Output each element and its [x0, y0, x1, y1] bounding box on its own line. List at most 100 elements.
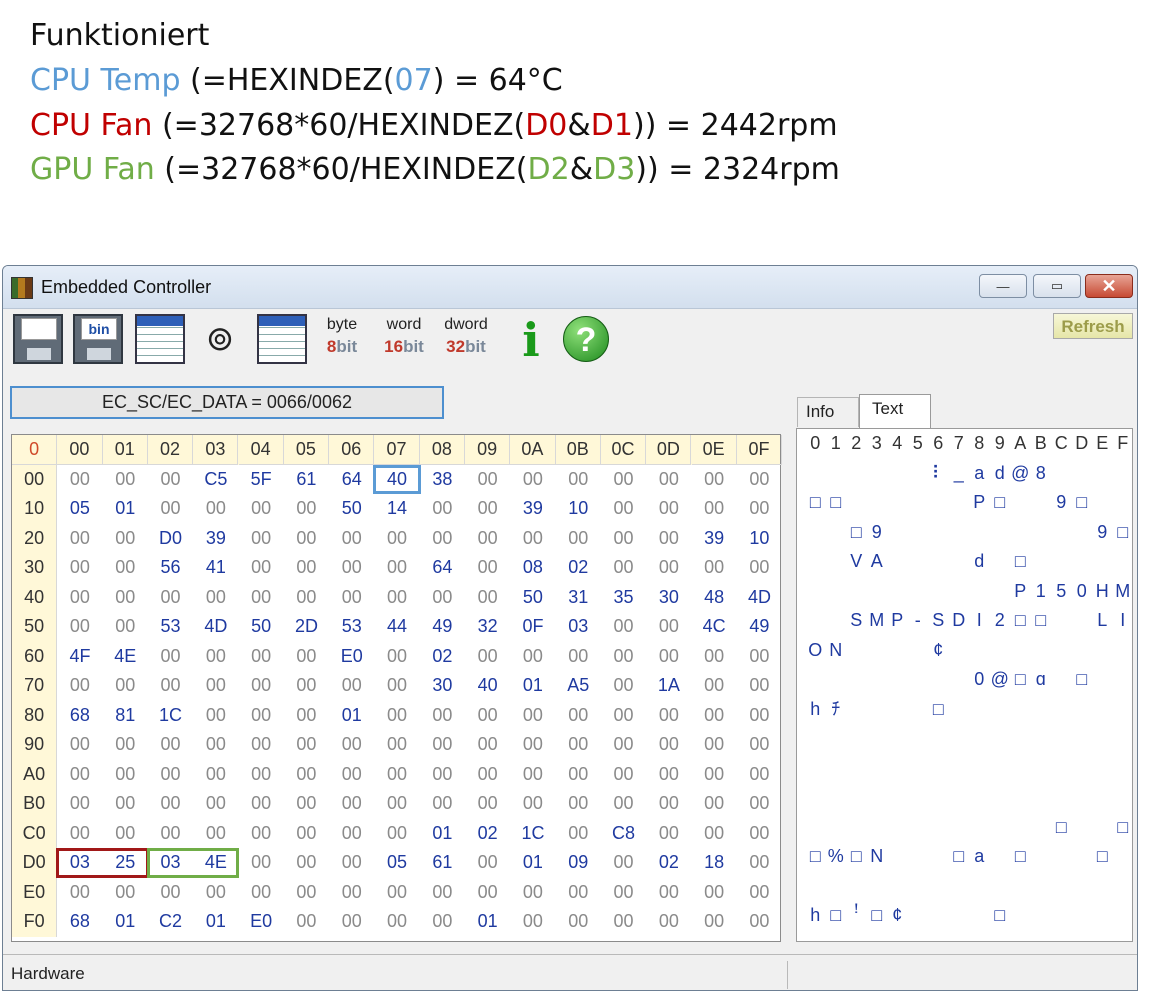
maximize-button[interactable]: ▭ [1033, 274, 1081, 298]
hex-cell[interactable]: 00 [556, 730, 601, 760]
hex-cell[interactable]: 00 [465, 730, 510, 760]
hex-cell[interactable]: 00 [737, 671, 782, 701]
hex-cell[interactable]: 00 [465, 524, 510, 554]
dword-32bit-button[interactable]: dword 32bit [437, 316, 495, 362]
hex-cell[interactable]: 00 [737, 494, 782, 524]
hex-cell[interactable]: 00 [193, 671, 238, 701]
hex-cell[interactable]: 00 [57, 730, 102, 760]
hex-cell[interactable]: 05 [57, 494, 102, 524]
hex-cell[interactable]: 00 [57, 524, 102, 554]
hex-cell[interactable]: 00 [193, 819, 238, 849]
hex-cell[interactable]: 10 [737, 524, 782, 554]
hex-cell[interactable]: 00 [239, 848, 284, 878]
hex-cell[interactable]: 00 [284, 671, 329, 701]
hex-cell[interactable]: 00 [329, 524, 374, 554]
hex-cell[interactable]: 00 [57, 583, 102, 613]
hex-cell[interactable]: 00 [601, 671, 646, 701]
hex-cell[interactable]: 00 [601, 612, 646, 642]
hex-cell[interactable]: 00 [737, 789, 782, 819]
hex-cell[interactable]: 64 [420, 553, 465, 583]
hex-cell[interactable]: 00 [284, 878, 329, 908]
hex-cell[interactable]: 00 [601, 553, 646, 583]
hex-cell[interactable]: 00 [646, 760, 691, 790]
hex-cell[interactable]: 00 [510, 907, 555, 937]
hex-cell[interactable]: 00 [239, 730, 284, 760]
hex-cell[interactable]: 00 [465, 494, 510, 524]
hex-cell[interactable]: 00 [737, 819, 782, 849]
hex-cell[interactable]: 00 [510, 760, 555, 790]
hex-cell[interactable]: 00 [329, 730, 374, 760]
hex-cell[interactable]: 00 [148, 760, 193, 790]
hex-cell[interactable]: 00 [465, 789, 510, 819]
hex-cell[interactable]: 03 [57, 848, 102, 878]
hex-cell[interactable]: 00 [692, 730, 737, 760]
hex-cell[interactable]: 00 [103, 789, 148, 819]
hex-cell[interactable]: 00 [193, 878, 238, 908]
hex-cell[interactable]: 01 [329, 701, 374, 731]
hex-cell[interactable]: 00 [148, 494, 193, 524]
hex-grid[interactable]: 0 00 01 02 03 04 05 06 07 08 09 0A 0B 0C 0D 0E 0F 00 00 00 0… [11, 434, 783, 942]
hex-cell[interactable]: 00 [465, 642, 510, 672]
hex-cell[interactable]: 39 [193, 524, 238, 554]
hex-cell[interactable]: 00 [737, 553, 782, 583]
hex-cell[interactable]: 00 [284, 583, 329, 613]
hex-cell[interactable]: 00 [737, 907, 782, 937]
hex-cell[interactable]: 00 [239, 760, 284, 790]
hex-cell[interactable]: 00 [692, 642, 737, 672]
close-button[interactable]: ✕ [1085, 274, 1133, 298]
hex-cell[interactable]: 00 [601, 524, 646, 554]
hex-cell[interactable]: 49 [737, 612, 782, 642]
hex-cell[interactable]: 00 [284, 524, 329, 554]
hex-cell[interactable]: 00 [646, 878, 691, 908]
hex-cell[interactable]: 56 [148, 553, 193, 583]
hex-cell[interactable]: 00 [329, 671, 374, 701]
hex-cell[interactable]: 00 [284, 819, 329, 849]
hex-cell[interactable]: 00 [57, 553, 102, 583]
tab-info[interactable]: Info [797, 397, 859, 427]
hex-cell[interactable]: 00 [692, 701, 737, 731]
hex-cell[interactable]: 00 [284, 760, 329, 790]
hex-cell[interactable]: 00 [193, 583, 238, 613]
hex-cell[interactable]: 40 [374, 465, 419, 495]
hex-cell[interactable]: 00 [420, 789, 465, 819]
refresh-button[interactable]: Refresh [1053, 313, 1133, 339]
hex-cell[interactable]: 00 [692, 494, 737, 524]
hex-cell[interactable]: 30 [646, 583, 691, 613]
hex-cell[interactable]: 49 [420, 612, 465, 642]
hex-cell[interactable]: 64 [329, 465, 374, 495]
hex-cell[interactable]: 00 [646, 789, 691, 819]
hex-cell[interactable]: 4D [193, 612, 238, 642]
hex-cell[interactable]: 00 [329, 848, 374, 878]
hex-cell[interactable]: 00 [374, 553, 419, 583]
hex-cell[interactable]: 00 [239, 524, 284, 554]
hex-cell[interactable]: 00 [646, 465, 691, 495]
hex-cell[interactable]: 39 [510, 494, 555, 524]
hex-cell[interactable]: 00 [284, 701, 329, 731]
hex-cell[interactable]: 00 [601, 701, 646, 731]
hex-cell[interactable]: 32 [465, 612, 510, 642]
hex-cell[interactable]: 53 [148, 612, 193, 642]
hex-cell[interactable]: 00 [465, 760, 510, 790]
hex-cell[interactable]: 00 [193, 789, 238, 819]
hex-cell[interactable]: 00 [692, 465, 737, 495]
hex-cell[interactable]: 53 [329, 612, 374, 642]
hex-cell[interactable]: 00 [465, 878, 510, 908]
hex-cell[interactable]: 00 [737, 848, 782, 878]
hex-cell[interactable]: E0 [329, 642, 374, 672]
hex-cell[interactable]: 00 [465, 465, 510, 495]
load-button[interactable] [135, 314, 185, 364]
hex-cell[interactable]: 00 [374, 730, 419, 760]
hex-cell[interactable]: 01 [510, 671, 555, 701]
hex-cell[interactable]: 00 [646, 553, 691, 583]
hex-cell[interactable]: 00 [737, 730, 782, 760]
hex-cell[interactable]: 00 [239, 878, 284, 908]
hex-cell[interactable]: 00 [57, 465, 102, 495]
hex-cell[interactable]: 01 [103, 494, 148, 524]
hex-cell[interactable]: 4D [737, 583, 782, 613]
hex-cell[interactable]: 01 [103, 907, 148, 937]
hex-cell[interactable]: 00 [148, 671, 193, 701]
hex-cell[interactable]: 00 [420, 760, 465, 790]
hex-cell[interactable]: 00 [510, 789, 555, 819]
hex-cell[interactable]: 1C [510, 819, 555, 849]
hex-cell[interactable]: 00 [510, 701, 555, 731]
